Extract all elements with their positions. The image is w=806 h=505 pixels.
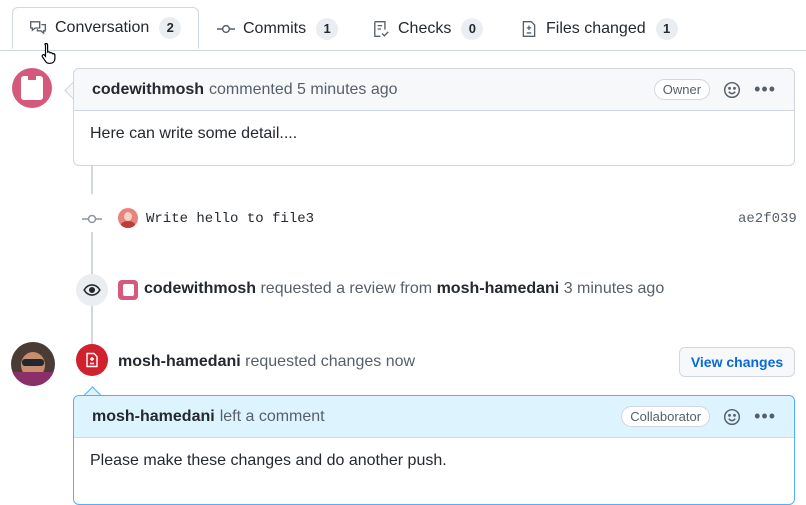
- more-options-icon[interactable]: •••: [754, 406, 776, 427]
- avatar[interactable]: [12, 68, 52, 108]
- review-request-event: codewithmosh requested a review from mos…: [144, 280, 664, 298]
- tab-files-changed[interactable]: Files changed 1: [520, 8, 678, 50]
- role-badge: Owner: [653, 79, 711, 100]
- timeline-line: [91, 232, 93, 278]
- changes-request-event: mosh-hamedani requested changes now: [118, 353, 415, 371]
- tab-commits-count: 1: [316, 18, 339, 40]
- role-badge: Collaborator: [621, 406, 711, 427]
- comment-meta: commented 5 minutes ago: [209, 80, 398, 98]
- event-time[interactable]: 3 minutes ago: [564, 280, 665, 297]
- comment-box: mosh-hamedani left a comment Collaborato…: [73, 395, 795, 505]
- checklist-icon: [372, 20, 390, 38]
- tab-files-changed-label: Files changed: [546, 20, 646, 37]
- git-commit-icon: [217, 20, 235, 38]
- comment-body: Please make these changes and do another…: [90, 452, 447, 469]
- event-text: requested changes now: [245, 353, 416, 370]
- tab-checks[interactable]: Checks 0: [372, 8, 484, 50]
- file-diff-icon: [520, 20, 538, 38]
- comment-box: codewithmosh commented 5 minutes ago Own…: [73, 68, 795, 166]
- tab-commits[interactable]: Commits 1: [217, 8, 339, 50]
- comment-header: codewithmosh commented 5 minutes ago Own…: [74, 69, 794, 111]
- event-text: requested a review from: [260, 280, 433, 297]
- commit-message[interactable]: Write hello to file3: [146, 211, 314, 227]
- comment-author[interactable]: mosh-hamedani: [92, 408, 215, 426]
- git-commit-icon: [82, 212, 102, 229]
- event-actor[interactable]: mosh-hamedani: [118, 353, 241, 370]
- tab-files-changed-count: 1: [655, 18, 678, 40]
- avatar[interactable]: [11, 342, 55, 386]
- eye-icon: [76, 274, 108, 306]
- commit-sha[interactable]: ae2f039: [738, 211, 797, 227]
- avatar[interactable]: [118, 208, 138, 228]
- comment-header: mosh-hamedani left a comment Collaborato…: [74, 396, 794, 438]
- tab-conversation-label: Conversation: [55, 19, 150, 36]
- timeline-line: [91, 166, 93, 194]
- tab-conversation-count: 2: [159, 17, 182, 39]
- avatar-logo-icon: [21, 76, 43, 100]
- smiley-icon[interactable]: [722, 407, 742, 427]
- event-actor[interactable]: codewithmosh: [144, 280, 256, 297]
- hand-cursor-icon: [40, 42, 60, 67]
- tab-checks-label: Checks: [398, 20, 452, 37]
- view-changes-button[interactable]: View changes: [679, 347, 795, 377]
- timeline-line: [91, 306, 93, 346]
- pr-tab-bar: Conversation 2 Commits 1 Checks 0 Files …: [0, 0, 806, 51]
- event-target[interactable]: mosh-hamedani: [437, 280, 560, 297]
- comment-author[interactable]: codewithmosh: [92, 81, 204, 99]
- more-options-icon[interactable]: •••: [754, 79, 776, 100]
- smiley-icon[interactable]: [722, 80, 742, 100]
- tab-checks-count: 0: [461, 18, 484, 40]
- comment-body: Here can write some detail....: [90, 125, 298, 142]
- comment-meta: left a comment: [219, 407, 325, 425]
- file-diff-icon: [76, 344, 108, 376]
- tab-commits-label: Commits: [243, 20, 307, 37]
- comment-discussion-icon: [29, 19, 47, 37]
- avatar[interactable]: [118, 280, 138, 300]
